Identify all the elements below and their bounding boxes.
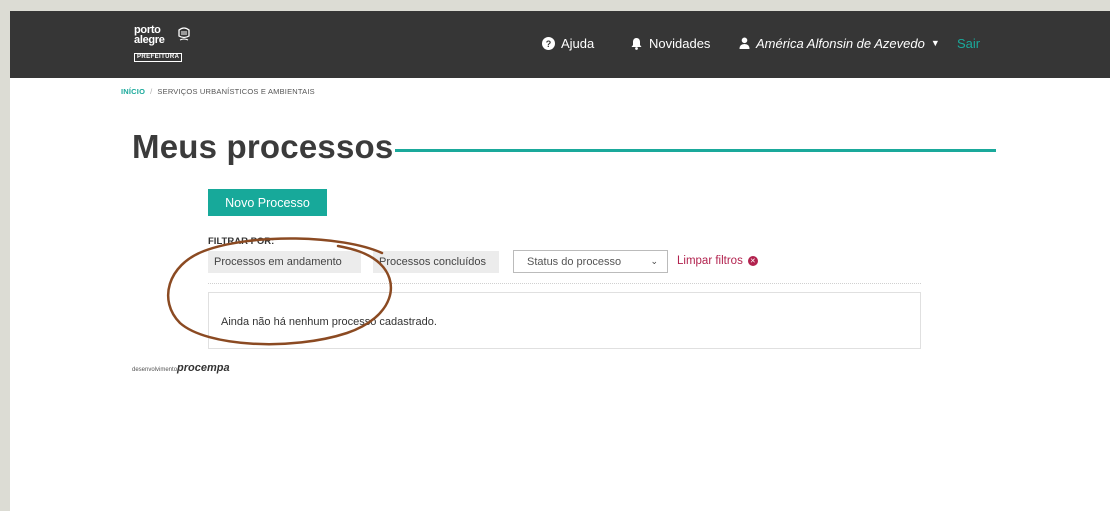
breadcrumb: INÍCIO / SERVIÇOS URBANÍSTICOS E AMBIENT… bbox=[121, 87, 315, 96]
chevron-down-icon: ⌄ bbox=[650, 256, 658, 266]
breadcrumb-current: SERVIÇOS URBANÍSTICOS E AMBIENTAIS bbox=[157, 87, 315, 96]
page-frame: porto alegre PREFEITURA ? Ajuda Novidade… bbox=[10, 11, 1110, 511]
page-title: Meus processos bbox=[132, 128, 394, 165]
exit-link[interactable]: Sair bbox=[957, 33, 980, 53]
title-underline bbox=[395, 149, 996, 152]
footer-credit: desenvolvimento procempa bbox=[132, 362, 230, 374]
exit-label: Sair bbox=[957, 35, 981, 51]
clear-filters-label: Limpar filtros bbox=[677, 255, 743, 267]
caret-down-icon: ▼ bbox=[930, 38, 940, 48]
nav-help[interactable]: ? Ajuda bbox=[542, 33, 594, 53]
nav-help-label: Ajuda bbox=[561, 35, 595, 51]
breadcrumb-home[interactable]: INÍCIO bbox=[121, 87, 145, 96]
new-process-button[interactable]: Novo Processo bbox=[208, 189, 327, 216]
top-navbar: porto alegre PREFEITURA ? Ajuda Novidade… bbox=[10, 11, 1110, 78]
nav-news-label: Novidades bbox=[649, 35, 711, 51]
user-icon bbox=[739, 37, 750, 49]
logo-line3: PREFEITURA bbox=[134, 53, 183, 62]
nav-news[interactable]: Novidades bbox=[630, 33, 710, 53]
clear-filters-link[interactable]: Limpar filtros ✕ bbox=[677, 255, 758, 267]
status-select[interactable]: Status do processo ⌄ bbox=[513, 250, 668, 273]
breadcrumb-separator: / bbox=[150, 87, 153, 96]
hand-drawn-circle-annotation bbox=[166, 237, 393, 346]
user-name: América Alfonsin de Azevedo bbox=[756, 35, 925, 51]
bell-icon bbox=[631, 37, 642, 50]
prefeitura-logo[interactable]: porto alegre PREFEITURA bbox=[134, 25, 196, 63]
question-circle-icon: ? bbox=[542, 36, 555, 50]
close-circle-icon: ✕ bbox=[747, 256, 758, 266]
status-select-value: Status do processo bbox=[527, 255, 622, 268]
procempa-logo: procempa bbox=[177, 362, 230, 374]
footer-dev-label: desenvolvimento bbox=[132, 367, 178, 373]
city-seal-icon bbox=[178, 27, 190, 41]
user-menu[interactable]: América Alfonsin de Azevedo ▼ bbox=[739, 33, 940, 53]
svg-text:?: ? bbox=[546, 39, 552, 49]
